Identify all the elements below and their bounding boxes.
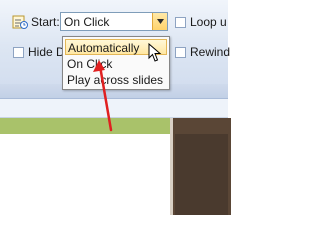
slide-picture [175, 134, 228, 215]
hide-checkbox[interactable] [13, 47, 24, 58]
rewind-label: Rewind [190, 45, 231, 59]
loop-label: Loop u [190, 15, 227, 29]
start-timing-icon [12, 15, 28, 29]
chevron-down-icon [156, 19, 164, 24]
slide-green-band [0, 118, 170, 134]
hide-label: Hide D [28, 45, 65, 59]
option-play-across-slides[interactable]: Play across slides [65, 72, 167, 88]
rewind-checkbox[interactable] [175, 47, 186, 58]
start-dropdown[interactable]: On Click [60, 12, 168, 31]
loop-checkbox[interactable] [175, 17, 186, 28]
mouse-cursor-icon [148, 43, 162, 62]
ruler-area [0, 99, 228, 118]
start-dropdown-value: On Click [64, 15, 110, 29]
start-label: Start: [31, 15, 60, 29]
dropdown-button[interactable] [152, 13, 167, 30]
